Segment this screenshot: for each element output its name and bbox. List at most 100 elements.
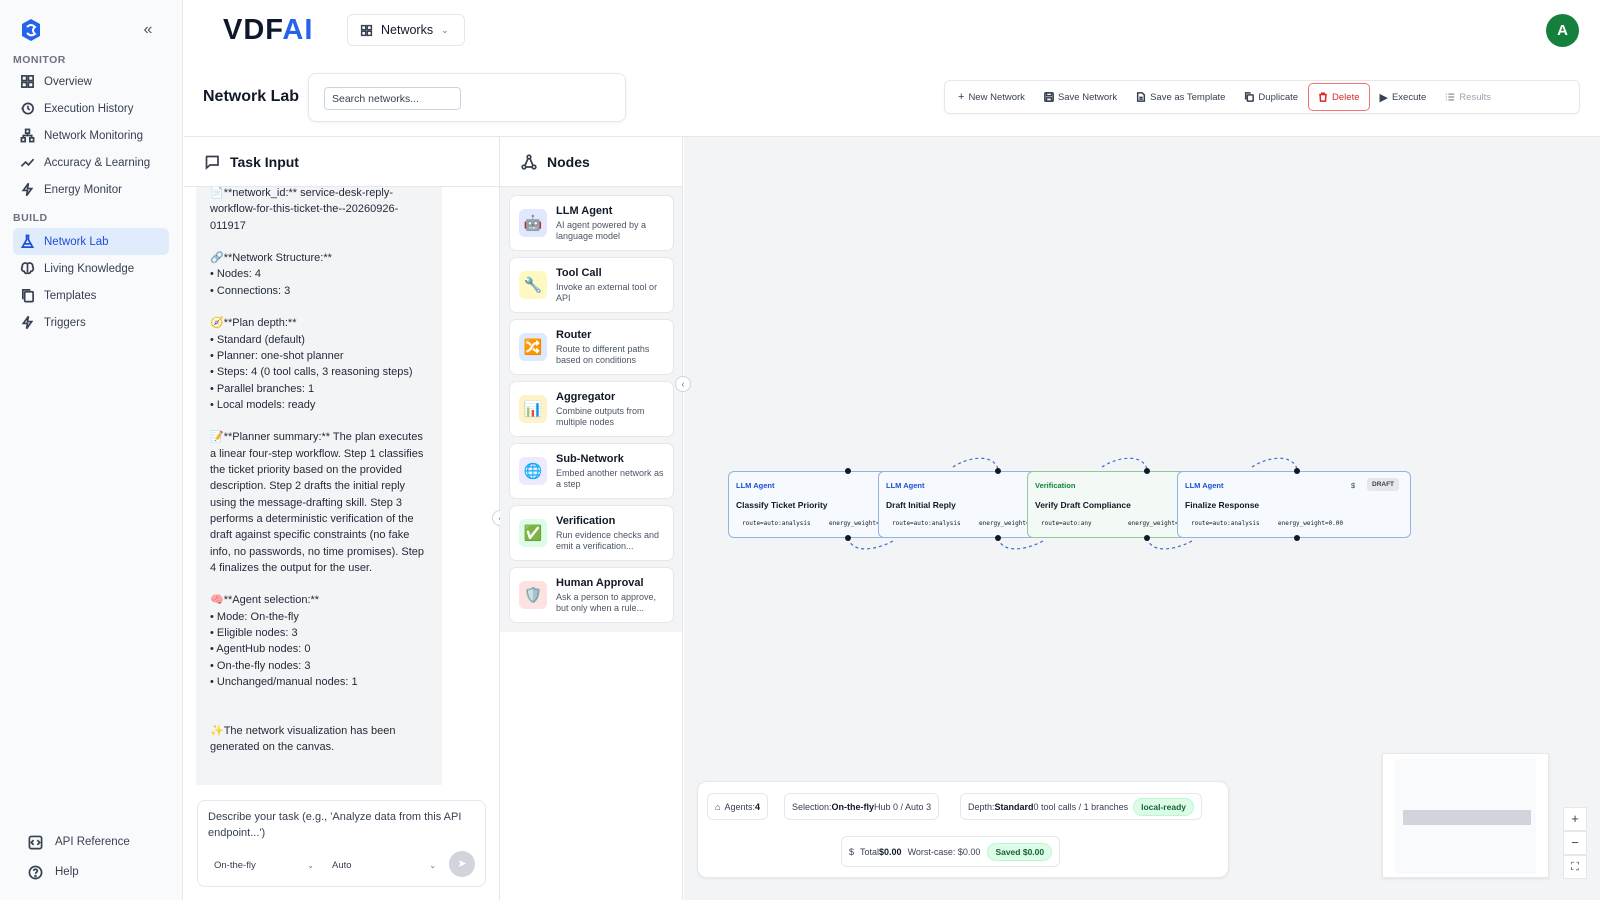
output-port[interactable]: [995, 535, 1001, 541]
nodes-panel-empty-area: [500, 632, 682, 900]
flow-node-2[interactable]: LLM Agent Draft Initial Reply route=auto:a…: [878, 471, 1044, 538]
sidebar-collapse-button[interactable]: «: [138, 20, 158, 40]
zoom-in-button[interactable]: +: [1563, 807, 1587, 831]
api-reference-link[interactable]: API Reference: [27, 834, 130, 850]
networks-selector[interactable]: Networks ⌄: [347, 14, 465, 46]
output-port[interactable]: [1144, 535, 1150, 541]
sidebar-item-living-knowledge[interactable]: Living Knowledge: [13, 255, 169, 282]
cost-icon: $: [1351, 481, 1356, 490]
search-networks-input[interactable]: [324, 87, 461, 110]
task-input-title: Task Input: [230, 153, 299, 170]
duplicate-button[interactable]: Duplicate: [1235, 83, 1307, 111]
worst-case-value: Worst-case: $0.00: [907, 846, 981, 857]
node-type-llm-agent[interactable]: 🤖 LLM Agent AI agent powered by a language…: [509, 195, 674, 251]
flow-node-title: Verify Draft Compliance: [1035, 500, 1131, 510]
node-type-name: Aggregator: [556, 391, 616, 403]
zoom-out-button[interactable]: −: [1563, 831, 1587, 855]
list-icon: [1445, 92, 1455, 102]
selection-chip: Selection: On-the-fly Hub 0 / Auto 3: [784, 793, 940, 820]
node-type-name: Router: [556, 329, 592, 341]
node-type-human-approval[interactable]: 🛡️ Human Approval Ask a person to approve,…: [509, 567, 674, 623]
avatar[interactable]: A: [1546, 14, 1579, 47]
bolt-icon: [19, 182, 35, 198]
chevron-down-icon: ⌄: [429, 860, 436, 870]
nodes-header: Nodes: [500, 137, 682, 187]
node-type-description: Ask a person to approve, but only when a…: [556, 592, 657, 613]
flow-node-energy: energy_weight=0.00: [1278, 520, 1344, 527]
save-as-template-button[interactable]: Save as Template: [1127, 83, 1234, 111]
node-type-verification[interactable]: ✅ Verification Run evidence checks and emi…: [509, 505, 674, 561]
new-network-button[interactable]: + New Network: [949, 83, 1034, 111]
network-icon: [19, 128, 35, 144]
input-port[interactable]: [1294, 468, 1300, 474]
save-network-button[interactable]: Save Network: [1035, 83, 1126, 111]
save-as-template-label: Save as Template: [1150, 91, 1226, 103]
robot-icon: 🤖: [519, 209, 547, 237]
sidebar-item-network-monitoring[interactable]: Network Monitoring: [13, 122, 169, 149]
flow-edge: [847, 537, 894, 550]
flow-node-route: route=auto:analysis: [1191, 520, 1260, 527]
flask-icon: [19, 234, 35, 250]
input-port[interactable]: [845, 468, 851, 474]
task-description-input[interactable]: [208, 809, 474, 843]
execute-button[interactable]: ▶ Execute: [1371, 83, 1436, 111]
send-button[interactable]: ➤: [449, 851, 475, 877]
node-type-sub-network[interactable]: 🌐 Sub-Network Embed another network as a s…: [509, 443, 674, 499]
depth-chip: Depth: Standard 0 tool calls / 1 branches …: [960, 793, 1202, 820]
help-link[interactable]: Help: [27, 864, 79, 880]
output-port[interactable]: [845, 535, 851, 541]
delete-button[interactable]: Delete: [1308, 83, 1370, 111]
sidebar-item-label: Overview: [44, 75, 92, 88]
input-port[interactable]: [1144, 468, 1150, 474]
canvas-minimap[interactable]: [1382, 753, 1549, 878]
draft-badge: DRAFT: [1367, 478, 1400, 491]
network-toolbar: + New Network Save Network Save as Templ…: [944, 80, 1580, 114]
brain-icon: [19, 261, 35, 277]
node-type-aggregator[interactable]: 📊 Aggregator Combine outputs from multiple…: [509, 381, 674, 437]
sidebar-item-overview[interactable]: Overview: [13, 68, 169, 95]
node-type-tool-call[interactable]: 🔧 Tool Call Invoke an external tool or API: [509, 257, 674, 313]
node-type-description: Invoke an external tool or API: [556, 282, 658, 303]
nav-section-build: BUILD: [13, 212, 48, 224]
input-port[interactable]: [995, 468, 1001, 474]
wrench-icon: 🔧: [519, 271, 547, 299]
sidebar-item-label: Network Monitoring: [44, 129, 144, 142]
api-reference-label: API Reference: [55, 836, 130, 848]
flow-node-3[interactable]: Verification Verify Draft Compliance route…: [1027, 471, 1193, 538]
flow-edge: [952, 457, 999, 470]
results-button[interactable]: Results: [1436, 83, 1500, 111]
selection-rest: Hub 0 / Auto 3: [874, 801, 932, 812]
trash-icon: [1318, 92, 1328, 102]
message-icon: [205, 155, 219, 170]
local-ready-badge: local-ready: [1133, 797, 1194, 816]
logo-icon[interactable]: [20, 18, 42, 42]
flow-node-1[interactable]: LLM Agent Classify Ticket Priority route=a…: [728, 471, 894, 538]
sidebar-item-triggers[interactable]: Triggers: [13, 309, 169, 336]
agents-label: Agents:: [724, 801, 755, 812]
assistant-message[interactable]: 📄**network_id:** service-desk-reply-work…: [196, 187, 442, 785]
brand-main: VDF: [223, 14, 283, 46]
sidebar-item-execution-history[interactable]: Execution History: [13, 95, 169, 122]
node-type-router[interactable]: 🔀 Router Route to different paths based on…: [509, 319, 674, 375]
save-icon: [1044, 92, 1054, 102]
file-icon: [1136, 92, 1146, 102]
sidebar-item-accuracy-learning[interactable]: Accuracy & Learning: [13, 149, 169, 176]
search-card: [308, 73, 626, 122]
brand-logo[interactable]: VDFAI: [223, 14, 313, 47]
sidebar-item-label: Energy Monitor: [44, 183, 122, 196]
flow-node-route: route=auto:analysis: [742, 520, 811, 527]
flow-node-4[interactable]: LLM Agent Finalize Response route=auto:ana…: [1177, 471, 1411, 538]
task-input-header: Task Input: [184, 137, 499, 187]
dollar-icon: $: [849, 846, 855, 857]
flow-node-title: Draft Initial Reply: [886, 500, 956, 510]
sidebar-item-templates[interactable]: Templates: [13, 282, 169, 309]
output-port[interactable]: [1294, 535, 1300, 541]
sidebar-item-network-lab[interactable]: Network Lab: [13, 228, 169, 255]
nodes-panel-collapse-button[interactable]: ‹: [675, 376, 691, 392]
nav-section-monitor: MONITOR: [13, 54, 66, 66]
fit-view-button[interactable]: ⛶: [1563, 855, 1587, 879]
assistant-message-text: 📄**network_id:** service-desk-reply-work…: [210, 187, 424, 754]
mode-select[interactable]: On-the-fly ⌄: [214, 855, 314, 875]
model-select[interactable]: Auto ⌄: [332, 855, 436, 875]
sidebar-item-energy-monitor[interactable]: Energy Monitor: [13, 176, 169, 203]
